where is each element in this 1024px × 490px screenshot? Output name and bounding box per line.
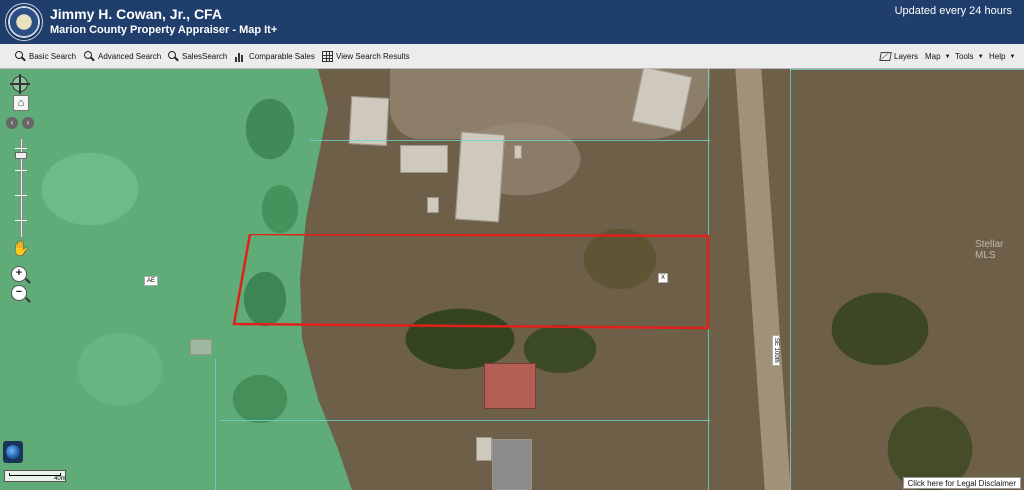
- flood-zone-label: AE: [144, 276, 159, 286]
- parcel-boundary: [220, 420, 710, 421]
- search-icon: [168, 51, 179, 62]
- scale-label: 40m: [54, 476, 66, 482]
- building: [484, 363, 536, 409]
- comparable-sales-label: Comparable Sales: [249, 52, 315, 61]
- parcel-boundary: [215, 359, 216, 490]
- road-label: SE 100th: [772, 335, 780, 366]
- pan-right-button[interactable]: ›: [22, 117, 34, 129]
- advanced-search-label: Advanced Search: [98, 52, 162, 61]
- compass-icon[interactable]: [10, 74, 30, 94]
- basic-search-label: Basic Search: [29, 52, 77, 61]
- parcel-boundary: [790, 69, 791, 490]
- appraiser-name: Jimmy H. Cowan, Jr., CFA: [50, 6, 222, 22]
- vehicle: [427, 197, 439, 213]
- search-icon: [15, 51, 26, 62]
- layers-label: Layers: [894, 52, 919, 61]
- chevron-down-icon: ▼: [977, 53, 984, 60]
- mls-watermark: Stellar MLS: [975, 239, 1004, 261]
- tools-menu-label: Tools: [955, 52, 974, 61]
- aerial-map[interactable]: AE X SE 100th Stellar MLS: [0, 69, 1024, 490]
- legal-disclaimer-link[interactable]: Click here for Legal Disclaimer: [902, 477, 1021, 489]
- update-notice: Updated every 24 hours: [894, 5, 1012, 17]
- building: [348, 96, 390, 146]
- building: [400, 145, 448, 173]
- pan-hand-icon[interactable]: ✋: [12, 240, 29, 256]
- zoom-tick: [15, 195, 27, 196]
- dirt-road: [735, 69, 791, 490]
- basic-search-button[interactable]: Basic Search: [15, 50, 76, 63]
- layers-button[interactable]: Layers: [879, 50, 919, 63]
- bar-chart-icon: [235, 51, 246, 62]
- search-icon: [84, 51, 95, 62]
- building: [476, 437, 492, 461]
- zoom-in-button[interactable]: +: [11, 266, 27, 282]
- view-search-results-button[interactable]: View Search Results: [322, 50, 410, 63]
- sales-search-button[interactable]: SalesSearch: [168, 50, 227, 63]
- comparable-sales-button[interactable]: Comparable Sales: [235, 50, 315, 63]
- county-seal-logo: [5, 3, 43, 41]
- building: [190, 339, 212, 355]
- tools-menu[interactable]: Tools ▼: [955, 50, 984, 63]
- home-button[interactable]: ⌂: [13, 95, 29, 111]
- map-menu-label: Map: [925, 52, 941, 61]
- zoom-out-button[interactable]: −: [11, 285, 27, 301]
- zoom-tick: [15, 148, 27, 149]
- layers-icon: [879, 52, 892, 61]
- help-menu-label: Help: [989, 52, 1006, 61]
- view-search-results-label: View Search Results: [336, 52, 410, 61]
- app-header: Jimmy H. Cowan, Jr., CFA Marion County P…: [0, 0, 1024, 44]
- app-title: Marion County Property Appraiser - Map I…: [50, 24, 278, 36]
- parcel-boundary: [310, 140, 710, 141]
- map-menu[interactable]: Map ▼: [925, 50, 951, 63]
- zoom-slider-thumb[interactable]: [15, 152, 27, 159]
- table-icon: [322, 51, 333, 62]
- scale-bar: 40m: [4, 470, 66, 482]
- parcel-marker: X: [658, 273, 669, 283]
- globe-icon[interactable]: [3, 441, 23, 463]
- pan-left-button[interactable]: ‹: [6, 117, 18, 129]
- chevron-down-icon: ▼: [944, 53, 951, 60]
- building: [454, 131, 506, 223]
- parcel-boundary: [790, 69, 1024, 70]
- chevron-down-icon: ▼: [1009, 53, 1016, 60]
- advanced-search-button[interactable]: Advanced Search: [84, 50, 161, 63]
- subject-parcel-outline[interactable]: [232, 234, 710, 330]
- zoom-tick: [15, 220, 27, 221]
- help-menu[interactable]: Help ▼: [989, 50, 1015, 63]
- zoom-tick: [15, 170, 27, 171]
- building: [492, 439, 532, 490]
- sales-search-label: SalesSearch: [182, 52, 228, 61]
- vehicle: [514, 145, 522, 159]
- toolbar: Basic Search Advanced Search SalesSearch…: [0, 44, 1024, 69]
